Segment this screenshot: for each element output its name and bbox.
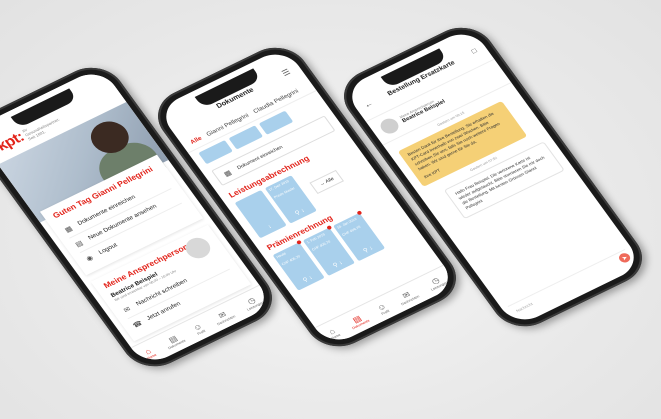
search-icon[interactable]: ⚲ ↓ bbox=[353, 240, 384, 259]
document-icon: ▤ bbox=[74, 239, 85, 249]
phone-icon: ☎ bbox=[131, 319, 144, 330]
tab-leistungen[interactable]: ◷ Leistungen bbox=[425, 273, 448, 291]
show-all-button[interactable]: → Alle bbox=[309, 169, 345, 195]
tab-nachrichten[interactable]: ✉ Nachrichten bbox=[211, 307, 236, 326]
tab-leistungen[interactable]: ◷ Leistungen bbox=[241, 293, 264, 311]
tab-dokumente[interactable]: ▤ Dokumente bbox=[346, 311, 371, 329]
document-upload-icon: ▦ bbox=[63, 224, 74, 234]
avatar bbox=[377, 115, 402, 137]
tab-home[interactable]: ⌂ Home bbox=[141, 345, 157, 360]
button-label: Alle bbox=[324, 176, 336, 185]
search-icon[interactable]: ⚲ ↓ bbox=[323, 255, 354, 274]
document-upload-icon: ▦ bbox=[222, 169, 234, 178]
tab-nachrichten[interactable]: ✉ Nachrichten bbox=[395, 287, 420, 306]
menu-item-label: Logout bbox=[97, 242, 119, 256]
chip-alle[interactable]: Alle bbox=[190, 136, 204, 146]
chat-icon: ✉ bbox=[122, 305, 132, 314]
search-icon[interactable]: ⚲ ↓ bbox=[292, 270, 323, 289]
tab-home[interactable]: ⌂ Home bbox=[325, 325, 341, 340]
lock-icon: ◉ bbox=[84, 254, 95, 263]
unread-dot bbox=[356, 210, 363, 216]
unread-dot bbox=[295, 239, 303, 245]
tab-profil[interactable]: ☺ Profil bbox=[191, 321, 206, 335]
tab-dokumente[interactable]: ▤ Dokumente bbox=[162, 331, 187, 349]
tab-profil[interactable]: ☺ Profil bbox=[375, 301, 390, 315]
